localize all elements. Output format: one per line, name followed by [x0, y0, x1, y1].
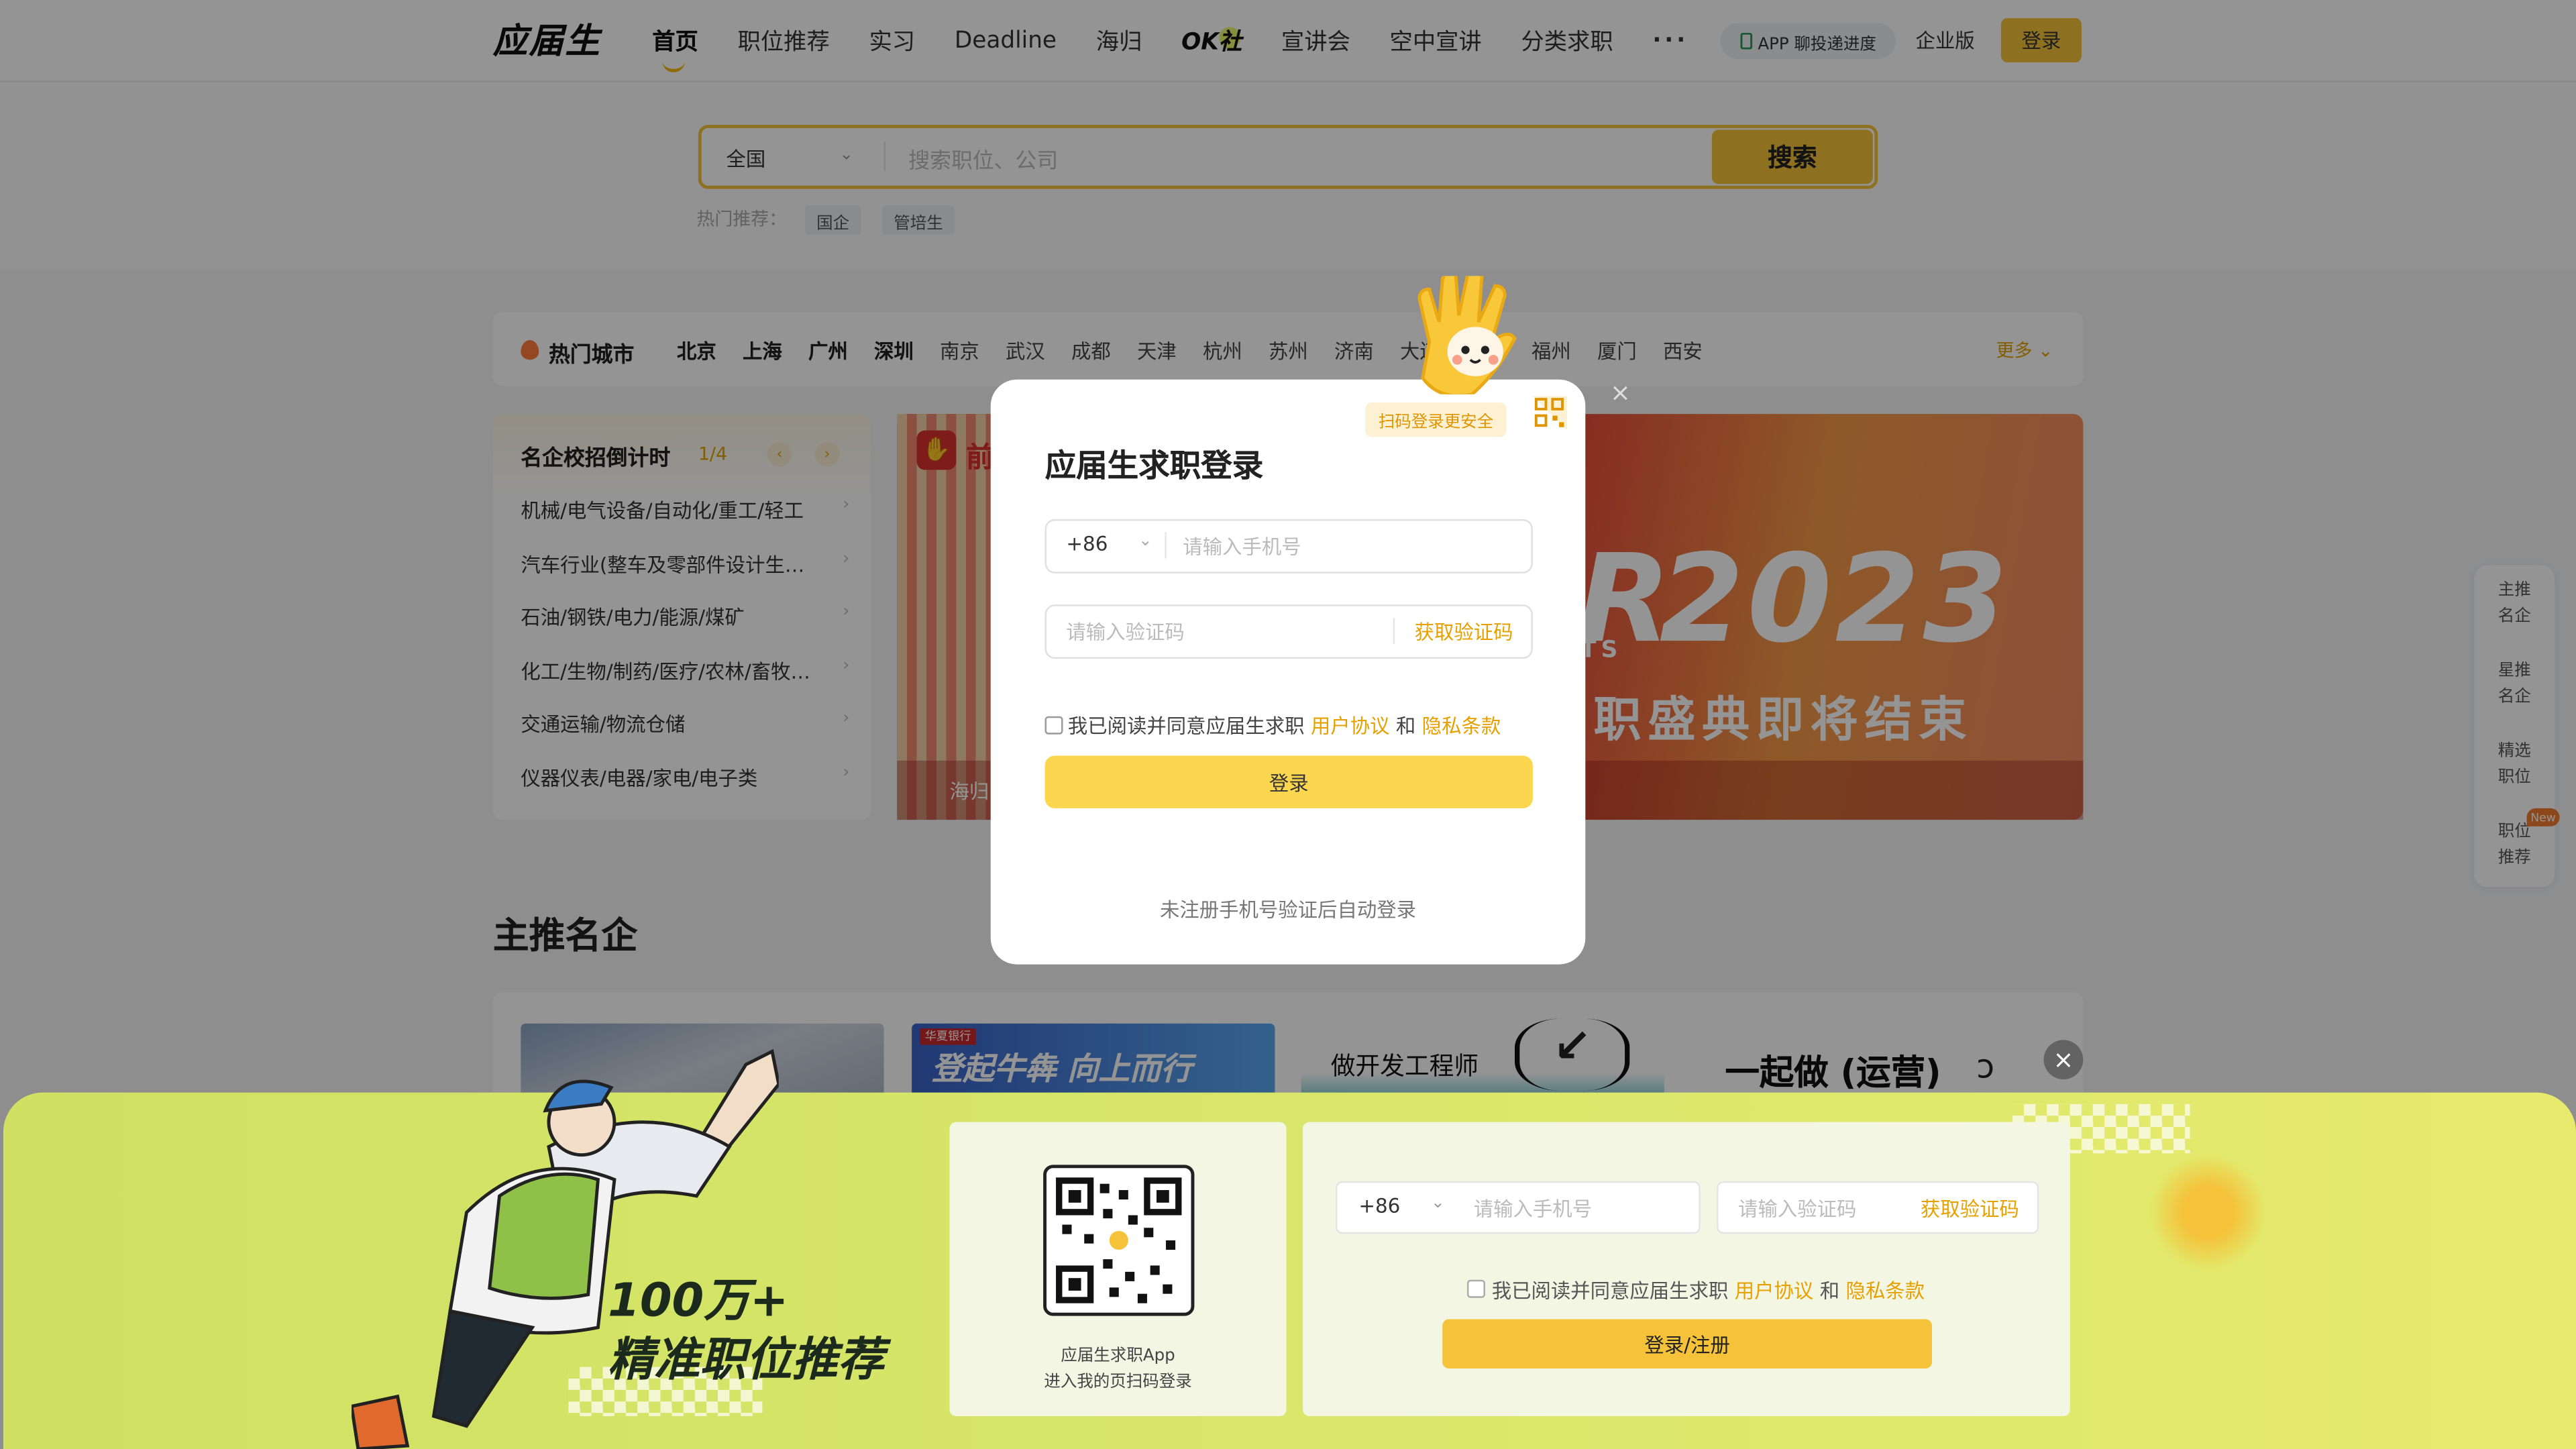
field-divider	[1165, 532, 1167, 559]
promo-phone-input[interactable]: 请输入手机号	[1474, 1194, 1592, 1222]
modal-user-agreement-link[interactable]: 用户协议	[1311, 714, 1390, 737]
modal-agree-label: 我已阅读并同意应届生求职	[1067, 714, 1305, 738]
modal-footer-note: 未注册手机号验证后自动登录	[1159, 898, 1417, 922]
modal-privacy-link[interactable]: 隐私条款	[1422, 714, 1501, 737]
modal-close-icon[interactable]: ×	[1610, 378, 1631, 407]
promo-close-icon[interactable]: ×	[2043, 1040, 2084, 1079]
modal-login-button[interactable]: 登录	[1044, 755, 1533, 808]
promo-headline-count: 100万+	[608, 1273, 789, 1328]
qr-login-icon[interactable]	[1532, 396, 1568, 431]
modal-agree-checkbox[interactable]	[1044, 716, 1063, 735]
qr-code-icon[interactable]	[1043, 1165, 1195, 1316]
modal-title: 应届生求职登录	[1044, 448, 1264, 485]
promo-login-register-button[interactable]: 登录/注册	[1442, 1319, 1933, 1369]
modal-phone-input[interactable]: 请输入手机号	[1183, 532, 1301, 560]
page-root: 应届生 首页 职位推荐 实习 Deadline 海归 OK社 宣讲会 空中宣讲 …	[0, 0, 2576, 1449]
modal-agree-text: 我已阅读并同意应届生求职 用户协议 和 隐私条款	[1068, 711, 1501, 739]
modal-get-code-button[interactable]: 获取验证码	[1415, 618, 1513, 646]
modal-country-code[interactable]: +86	[1066, 532, 1108, 555]
promo-country-code[interactable]: +86	[1358, 1194, 1400, 1217]
qr-caption: 应届生求职App	[1061, 1347, 1175, 1366]
promo-user-agreement-link[interactable]: 用户协议	[1735, 1280, 1814, 1303]
promo-headline: 精准职位推荐	[608, 1332, 884, 1387]
modal-code-input[interactable]: 请输入验证码	[1066, 618, 1184, 646]
promo-form-panel	[1303, 1122, 2070, 1417]
mascot-hand-icon	[1417, 276, 1517, 394]
promo-get-code-button[interactable]: 获取验证码	[1921, 1194, 2019, 1222]
promo-agree-checkbox[interactable]	[1466, 1279, 1485, 1298]
promo-agree-label: 我已阅读并同意应届生求职	[1491, 1279, 1729, 1303]
chevron-down-icon[interactable]: ⌄	[1431, 1194, 1445, 1212]
field-divider	[1393, 617, 1395, 645]
modal-and: 和	[1395, 714, 1416, 738]
promo-agree-text: 我已阅读并同意应届生求职 用户协议 和 隐私条款	[1492, 1277, 1925, 1305]
chevron-down-icon[interactable]: ⌄	[1138, 532, 1152, 550]
promo-and: 和	[1819, 1279, 1840, 1303]
sun-decoration	[2149, 1153, 2267, 1272]
promo-privacy-link[interactable]: 隐私条款	[1846, 1280, 1925, 1303]
promo-code-input[interactable]: 请输入验证码	[1738, 1194, 1856, 1222]
scan-login-tip: 扫码登录更安全	[1365, 402, 1507, 437]
qr-caption-sub: 进入我的页扫码登录	[1044, 1373, 1192, 1392]
